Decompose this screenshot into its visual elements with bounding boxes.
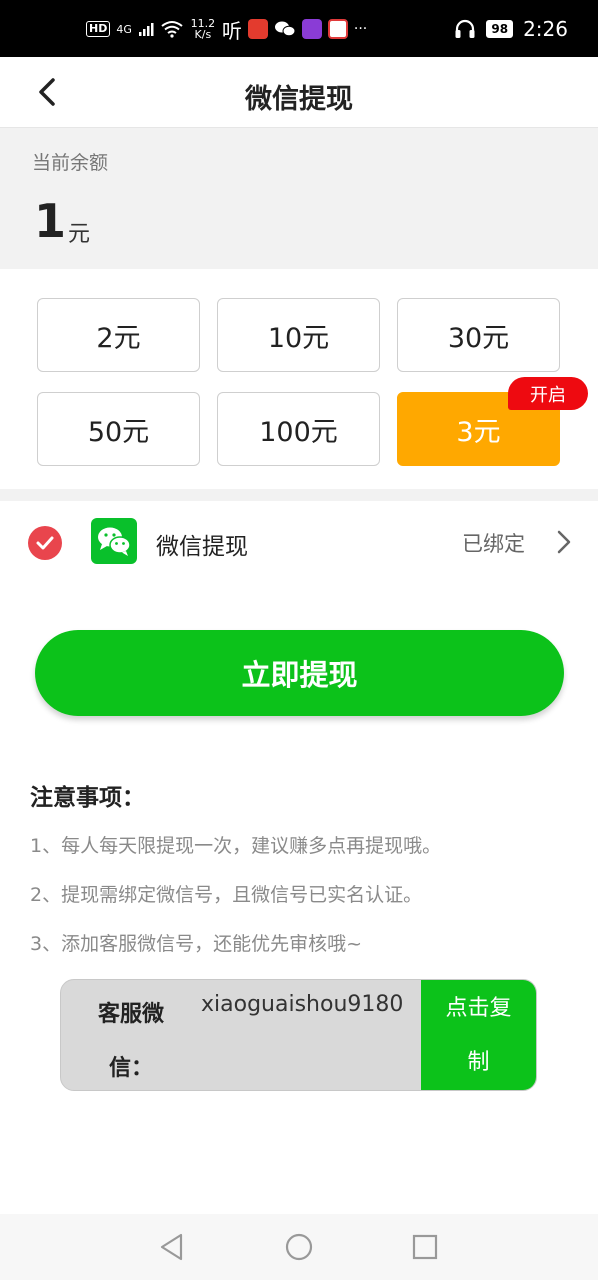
method-label: 微信提现 bbox=[156, 534, 248, 560]
amount-option-30[interactable]: 30元 bbox=[397, 298, 560, 372]
m-app-icon bbox=[301, 19, 322, 39]
video-app-icon bbox=[327, 19, 348, 39]
open-badge: 开启 bbox=[508, 377, 588, 410]
page-title: 微信提现 bbox=[245, 84, 353, 115]
amount-options: 2元 10元 30元 50元 100元 3元 bbox=[0, 269, 598, 489]
nav-bar: 微信提现 bbox=[0, 57, 598, 128]
check-icon[interactable] bbox=[28, 526, 62, 560]
status-bar: HD 4G 11.2 K/s 听 ··· 98 2:26 bbox=[0, 0, 598, 57]
status-right: 98 2:26 bbox=[454, 14, 568, 44]
more-notifications-icon: ··· bbox=[353, 21, 368, 37]
wechat-icon bbox=[91, 518, 137, 564]
note-item: 2、提现需绑定微信号，且微信号已实名认证。 bbox=[30, 884, 423, 906]
system-recent-apps-icon[interactable] bbox=[412, 1234, 438, 1260]
system-home-icon[interactable] bbox=[285, 1233, 313, 1261]
status-left: HD 4G 11.2 K/s 听 ··· bbox=[86, 16, 368, 43]
balance-unit: 元 bbox=[68, 222, 91, 247]
signal-bars-icon bbox=[138, 23, 154, 36]
withdraw-method-row[interactable]: 微信提现 已绑定 bbox=[0, 501, 598, 583]
speed-unit: K/s bbox=[194, 28, 212, 41]
note-item: 1、每人每天限提现一次，建议赚多点再提现哦。 bbox=[30, 835, 442, 857]
network-speed: 11.2 K/s bbox=[190, 18, 216, 40]
note-item: 3、添加客服微信号，还能优先审核哦~ bbox=[30, 933, 363, 955]
contact-wechat-id: xiaoguaishou9180 bbox=[201, 992, 404, 1017]
clock: 2:26 bbox=[523, 17, 568, 41]
system-back-icon[interactable] bbox=[158, 1232, 186, 1262]
amount-option-2[interactable]: 2元 bbox=[37, 298, 200, 372]
headphones-icon bbox=[455, 19, 475, 38]
balance-panel: 当前余额 1 元 bbox=[0, 128, 598, 269]
section-divider bbox=[0, 489, 598, 501]
amount-option-10[interactable]: 10元 bbox=[217, 298, 380, 372]
hd-badge: HD bbox=[86, 21, 111, 37]
copy-button[interactable]: 点击复制 bbox=[421, 980, 536, 1090]
contact-label: 客服微信： bbox=[97, 1002, 164, 1081]
red-envelope-app-icon bbox=[247, 19, 268, 39]
ting-app-icon: 听 bbox=[221, 18, 242, 43]
withdraw-now-button[interactable]: 立即提现 bbox=[35, 630, 564, 716]
wifi-icon bbox=[161, 21, 183, 38]
bind-status: 已绑定 bbox=[462, 532, 525, 556]
notes-title: 注意事项： bbox=[30, 785, 145, 811]
battery-icon: 98 bbox=[486, 20, 514, 38]
amount-option-50[interactable]: 50元 bbox=[37, 392, 200, 466]
chevron-right-icon[interactable] bbox=[552, 528, 576, 556]
system-nav-bar bbox=[0, 1214, 598, 1280]
balance-label: 当前余额 bbox=[32, 152, 109, 174]
signal-icon: 4G bbox=[116, 22, 132, 36]
customer-service-box: 客服微信： xiaoguaishou9180 点击复制 bbox=[60, 979, 537, 1091]
wechat-notification-icon bbox=[274, 21, 296, 37]
amount-option-100[interactable]: 100元 bbox=[217, 392, 380, 466]
balance-value: 1 bbox=[34, 194, 67, 248]
